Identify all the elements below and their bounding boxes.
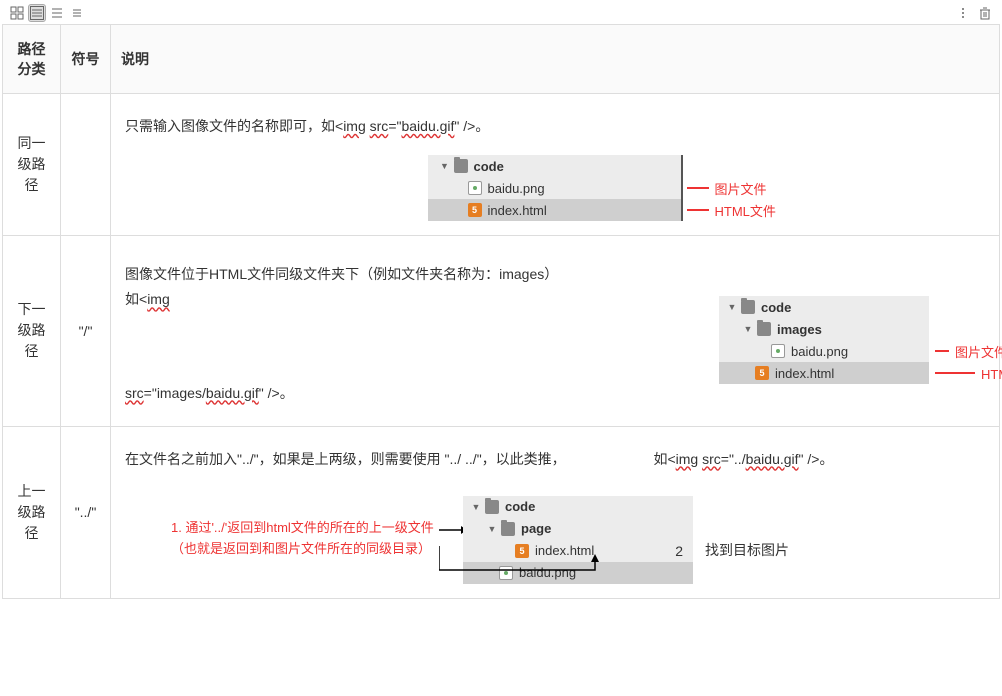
table-row: 上一级路径 "../" 在文件名之前加入"../"，如果是上两级，则需要使用 "… [3,426,1000,598]
tree-file-label: index.html [535,543,594,558]
category-label: 上一级路径 [13,481,50,544]
path-table: 路径分类 符号 说明 同一级路径 只需输入图像文件的名称即可，如<img src… [2,24,1000,599]
symbol-cell: "/" [61,236,111,427]
caret-down-icon: ▼ [440,161,450,171]
file-tree: ▼ code ▼ page 5 index.html [463,496,693,584]
symbol-cell: "../" [61,426,111,598]
desc-text: 图像文件位于HTML文件同级文件夹下（例如文件夹名称为：images） 如<im… [121,256,699,318]
step-number: 2 [675,543,683,559]
more-icon[interactable] [954,4,972,22]
annotation: HTML文件 [929,364,1002,383]
tree-file-label: baidu.png [519,565,576,580]
caret-down-icon: ▼ [471,502,481,512]
symbol-cell [61,94,111,236]
category-label: 下一级路径 [13,299,50,362]
desc-text: 只需输入图像文件的名称即可，如<img src="baidu.gif" />。 [121,108,989,145]
image-file-icon [499,566,513,580]
image-file-icon [468,181,482,195]
step-label: 找到目标图片 [705,496,789,560]
tree-folder-label: images [777,322,822,337]
file-tree: ▼ code ▼ images baidu.png [719,296,929,384]
grid-view-icon[interactable] [8,4,26,22]
toolbar-left [8,4,86,22]
html-file-icon: 5 [755,366,769,380]
table-row: 同一级路径 只需输入图像文件的名称即可，如<img src="baidu.gif… [3,94,1000,236]
folder-icon [454,159,468,173]
tree-file-label: index.html [775,366,834,381]
caret-down-icon: ▼ [487,524,497,534]
tree-file-label: baidu.png [791,344,848,359]
header-category: 路径分类 [3,25,61,94]
toolbar [2,2,1000,24]
header-desc: 说明 [111,25,1000,94]
toolbar-right [954,4,994,22]
tree-folder-label: code [761,300,791,315]
desc-text: 在文件名之前加入"../"，如果是上两级，则需要使用 "../ ../"，以此类… [121,441,989,478]
header-symbol: 符号 [61,25,111,94]
file-tree: ▼ code baidu.png 图片文件 5 index.html [428,155,683,221]
html-file-icon: 5 [468,203,482,217]
tree-folder-label: page [521,521,551,536]
folder-icon [485,500,499,514]
list-view-boxed-icon[interactable] [28,4,46,22]
image-file-icon [771,344,785,358]
html-file-icon: 5 [515,544,529,558]
category-label: 同一级路径 [13,133,50,196]
caret-down-icon: ▼ [727,302,737,312]
folder-icon [501,522,515,536]
annotation: 图片文件 [681,179,767,198]
tree-folder-label: code [505,499,535,514]
list-view-icon[interactable] [48,4,66,22]
tree-file-label: index.html [488,203,547,218]
table-row: 下一级路径 "/" 图像文件位于HTML文件同级文件夹下（例如文件夹名称为：im… [3,236,1000,427]
folder-icon [757,322,771,336]
annotation: 图片文件 [929,342,1002,361]
compact-view-icon[interactable] [68,4,86,22]
caret-down-icon: ▼ [743,324,753,334]
annotation: HTML文件 [681,201,776,220]
trash-icon[interactable] [976,4,994,22]
annotation-note: 1. 通过'../'返回到html文件的所在的上一级文件 （也就是返回到和图片文… [121,496,451,560]
tree-folder-label: code [474,159,504,174]
tree-file-label: baidu.png [488,181,545,196]
folder-icon [741,300,755,314]
